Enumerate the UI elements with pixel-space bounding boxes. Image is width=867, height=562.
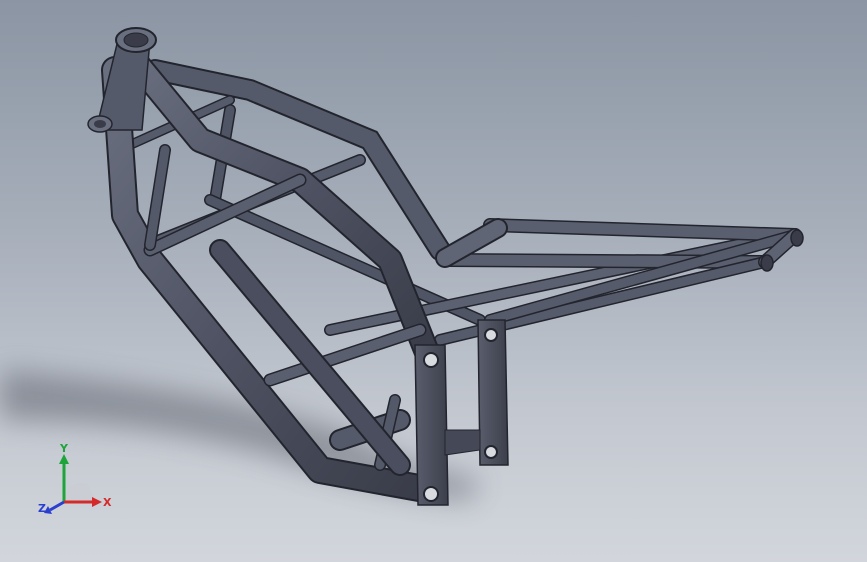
y-axis-label: Y bbox=[59, 442, 69, 455]
steering-head bbox=[87, 27, 157, 133]
z-axis-label: Z bbox=[38, 502, 46, 515]
x-axis-label: X bbox=[103, 496, 112, 509]
view-orientation-triad: Y X Z bbox=[38, 442, 112, 515]
graphics-viewport[interactable]: Y X Z bbox=[0, 0, 867, 562]
frame-model-view[interactable] bbox=[0, 0, 867, 562]
